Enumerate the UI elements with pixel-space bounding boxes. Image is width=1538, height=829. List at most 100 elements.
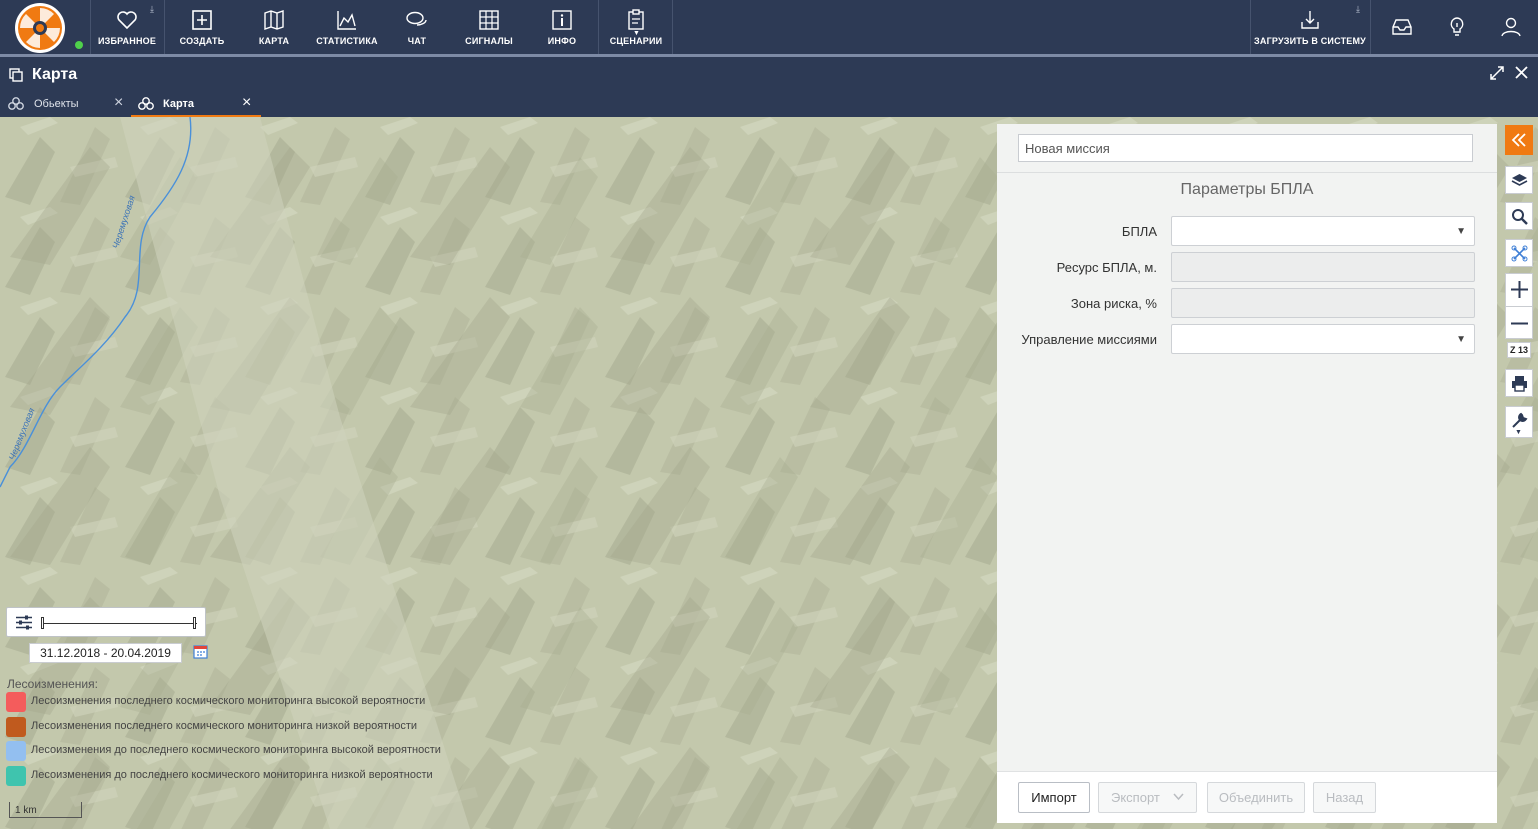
nav-tips[interactable] [1430,0,1484,54]
time-slider-widget [6,607,206,637]
top-navbar: Избранное ⤓ Создать Карта Статистика Чат… [0,0,1538,54]
merge-button[interactable]: Объединить [1207,782,1305,813]
tab-objects-label: Обьекты [34,98,79,110]
slider-handle-end[interactable] [193,617,196,629]
nav-signals[interactable]: Сигналы [450,0,528,54]
mission-control-label: Управление миссиями [1021,332,1157,347]
nav-scenarios[interactable]: Сценарии ▼ [600,0,672,54]
nav-divider [1370,0,1371,54]
uav-resource-field [1171,252,1475,282]
close-tab-icon[interactable]: × [242,94,251,112]
zoom-level-badge: Z 13 [1507,342,1531,358]
nav-statistics[interactable]: Статистика [310,0,384,54]
download-small-icon: ⤓ [1356,4,1360,14]
print-button[interactable] [1505,369,1533,397]
search-icon [1512,209,1528,225]
chat-icon [406,11,427,26]
slider-handle-start[interactable] [41,617,44,629]
risk-zone-field [1171,288,1475,318]
caret-down-icon: ▼ [1515,429,1522,436]
uav-label: БПЛА [1121,224,1157,239]
caret-down-icon: ▼ [633,30,640,37]
date-range-field[interactable]: 31.12.2018 - 20.04.2019 [29,643,182,663]
nav-upload[interactable]: Загрузить в систему ⤓ [1252,0,1368,54]
grid-icon [479,10,499,30]
mission-name-input[interactable] [1018,134,1473,162]
nav-divider [1250,0,1251,54]
tab-bar: Обьекты × Карта × [0,93,1538,117]
download-small-icon: ⤓ [150,4,154,14]
calendar-icon[interactable] [193,644,208,659]
panel-heading: Параметры БПЛА [1180,181,1314,198]
tools-button[interactable]: ▼ [1505,406,1533,438]
nav-favorites[interactable]: Избранное ⤓ [92,0,162,54]
export-button-label: Экспорт [1111,790,1160,805]
nav-create[interactable]: Создать [166,0,238,54]
tab-objects[interactable]: Обьекты × [0,93,130,117]
bulb-icon [1450,17,1464,36]
chevron-down-icon [1173,793,1184,801]
nav-map-label: Карта [258,36,290,46]
info-icon [552,10,572,30]
nav-upload-label: Загрузить в систему [1254,36,1366,46]
nav-signals-label: Сигналы [465,36,513,46]
zoom-out-icon[interactable] [1510,314,1529,333]
back-button[interactable]: Назад [1313,782,1376,813]
legend-label: Лесоизменения до последнего космического… [31,744,441,756]
legend-label: Лесоизменения последнего космического мо… [31,720,418,732]
drone-button[interactable] [1505,239,1533,267]
nav-scenarios-label: Сценарии [609,36,663,46]
risk-zone-label: Зона риска, % [1070,296,1157,311]
inbox-icon [1392,19,1412,35]
zoom-divider [1506,306,1532,307]
scale-label: 1 km [15,805,37,816]
export-button[interactable]: Экспорт [1098,782,1197,813]
uav-resource-label: Ресурс БПЛА, м. [1056,260,1157,275]
slider-track[interactable] [42,623,197,624]
nav-info-label: Инфо [547,36,577,46]
nav-divider [90,0,91,54]
layers-cluster-icon [8,97,24,110]
legend-swatch [6,741,26,761]
search-button[interactable] [1505,202,1533,230]
zoom-control [1505,273,1533,339]
layers-icon [1511,174,1528,186]
nav-map[interactable]: Карта [238,0,310,54]
wrench-icon [1512,412,1528,428]
nav-chat[interactable]: Чат [384,0,450,54]
close-tab-icon[interactable]: × [114,94,123,112]
nav-divider [164,0,165,54]
nav-divider [598,0,599,54]
tab-map[interactable]: Карта × [131,93,261,117]
import-button[interactable]: Импорт [1018,782,1090,813]
user-icon [1501,17,1521,37]
tab-map-label: Карта [163,98,195,110]
zoom-in-icon[interactable] [1510,280,1529,299]
nav-create-label: Создать [179,36,225,46]
uav-select[interactable]: ▼ [1171,216,1475,246]
sliders-icon[interactable] [15,615,33,630]
nav-info[interactable]: Инфо [528,0,596,54]
nav-statistics-label: Статистика [316,36,378,46]
nav-inbox[interactable] [1372,0,1432,54]
mission-control-select[interactable]: ▼ [1171,324,1475,354]
chart-icon [337,11,356,30]
online-status-dot [75,41,83,49]
map-scale-bar: 1 km [9,802,82,818]
app-logo-icon[interactable] [14,2,66,54]
nav-chat-label: Чат [407,36,427,46]
nav-profile[interactable] [1484,0,1538,54]
close-window-icon[interactable] [1514,65,1529,80]
expand-icon[interactable] [1490,66,1504,80]
map-icon [264,10,284,30]
legend-swatch [6,766,26,786]
layers-button[interactable] [1505,166,1533,194]
clipboard-icon [628,9,644,30]
window-title: Карта [32,66,78,83]
panel-divider [997,172,1497,173]
legend-swatch [6,692,26,712]
collapse-panel-button[interactable] [1505,125,1533,155]
window-titlebar: Карта [0,57,1538,93]
legend-title: Лесоизменения: [7,677,98,691]
nav-favorites-label: Избранное [97,36,157,46]
